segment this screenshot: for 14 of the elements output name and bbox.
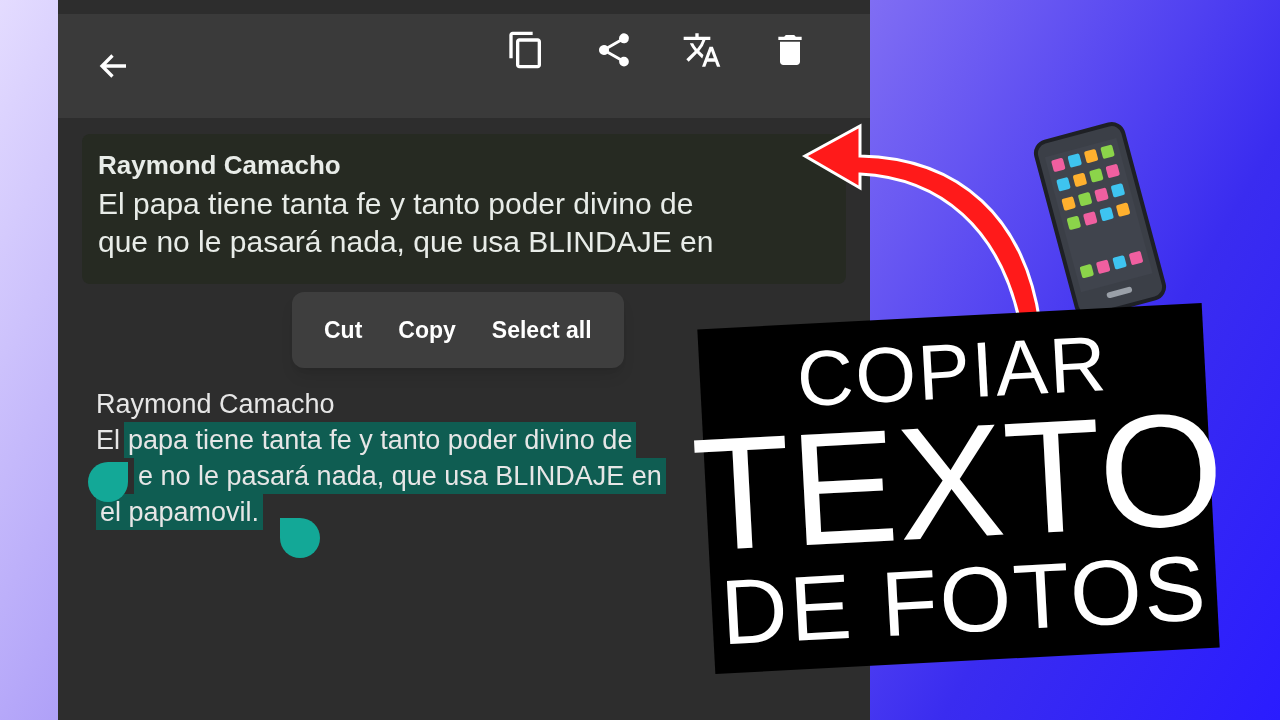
selection-handle[interactable]: [280, 518, 320, 558]
menu-item[interactable]: Cut: [324, 312, 363, 348]
menu-item[interactable]: Select all: [491, 312, 592, 348]
menu-item[interactable]: Copy: [398, 312, 456, 348]
message-line: que no le pasará nada, que usa BLINDAJE en: [98, 224, 715, 260]
selected-text: e no le pasará nada, que usa BLINDAJE en: [134, 458, 666, 494]
author-name: Raymond Camacho: [98, 149, 342, 182]
message-text: El: [96, 424, 120, 457]
selection-handle[interactable]: [88, 462, 128, 502]
title-text: COPIAR: [795, 323, 1110, 418]
selected-text: papa tiene tanta fe y tanto poder divino de: [124, 422, 637, 458]
selected-text: el papamovil.: [96, 494, 264, 530]
author-name: Raymond Camacho: [96, 388, 336, 421]
message-line: El papa tiene tanta fe y tanto poder divino de: [98, 186, 695, 222]
